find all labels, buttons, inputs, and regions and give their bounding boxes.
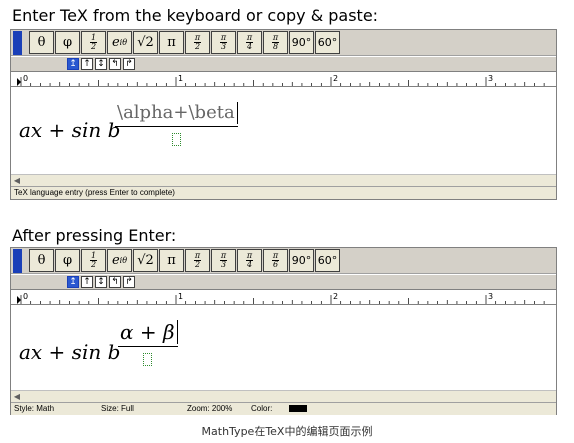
empty-denominator-slot[interactable] xyxy=(143,353,153,366)
nudge-top-button[interactable]: ↥ xyxy=(67,276,79,288)
fraction-bar xyxy=(115,126,238,127)
theta-button[interactable]: θ xyxy=(29,31,54,54)
tex-input-numerator[interactable]: \alpha+\beta xyxy=(115,102,238,124)
ninety-degrees-button[interactable]: 90° xyxy=(289,249,314,272)
ruler-ticks: 0 1 2 3 xyxy=(17,292,545,304)
tab-stop-icon xyxy=(17,296,21,304)
phi-button[interactable]: φ xyxy=(55,249,80,272)
tab-stop-icon xyxy=(17,78,21,86)
ruler-label: 0 xyxy=(23,74,28,83)
sixty-degrees-button[interactable]: 60° xyxy=(315,249,340,272)
pi-over-8-button[interactable]: π8 xyxy=(263,31,288,54)
one-half-button[interactable]: 12 xyxy=(81,249,106,272)
one-half-button[interactable]: 12 xyxy=(81,31,106,54)
toolbar-handle[interactable] xyxy=(13,249,22,273)
nudge-right-button[interactable]: ↱ xyxy=(123,276,135,288)
phi-button[interactable]: φ xyxy=(55,31,80,54)
symbol-toolbar: θ φ 12 e iθ √2 π π2 π3 π4 π6 90° 60° xyxy=(11,248,556,274)
fraction-bar xyxy=(118,346,178,347)
nudge-updown-button[interactable]: ↕ xyxy=(95,276,107,288)
theta-button[interactable]: θ xyxy=(29,249,54,272)
pi-over-3-button[interactable]: π3 xyxy=(211,31,236,54)
nudge-updown-button[interactable]: ↕ xyxy=(95,58,107,70)
horizontal-scrollbar[interactable]: ◀ xyxy=(11,390,556,402)
ruler: 0 1 2 3 xyxy=(11,71,556,87)
ruler-label: 0 xyxy=(23,292,28,301)
exp-i-theta-button[interactable]: e iθ xyxy=(107,31,132,54)
ruler-label: 2 xyxy=(333,292,338,301)
pi-over-4-button[interactable]: π4 xyxy=(237,249,262,272)
pi-button[interactable]: π xyxy=(159,249,184,272)
toolbar-handle[interactable] xyxy=(13,31,22,55)
nudge-toolbar: ↥ ↑ ↕ ↰ ↱ xyxy=(11,275,556,289)
pi-over-2-button[interactable]: π2 xyxy=(185,31,210,54)
scroll-left-arrow-icon[interactable]: ◀ xyxy=(12,175,22,186)
status-bar: Style: Math Size: Full Zoom: 200% Color: xyxy=(11,402,556,415)
equation-lhs: ax + sin b xyxy=(19,118,121,142)
status-message: TeX language entry (press Enter to compl… xyxy=(14,188,175,197)
symbol-toolbar: θ φ 12 e iθ √2 π π2 π3 π4 π8 90° 60° xyxy=(11,30,556,56)
status-bar: TeX language entry (press Enter to compl… xyxy=(11,186,556,199)
heading-after-enter: After pressing Enter: xyxy=(12,226,177,245)
ruler-label: 1 xyxy=(178,292,183,301)
status-size: Size: Full xyxy=(101,404,134,413)
empty-denominator-slot[interactable] xyxy=(171,133,181,146)
sixty-degrees-button[interactable]: 60° xyxy=(315,31,340,54)
horizontal-scrollbar[interactable]: ◀ xyxy=(11,174,556,186)
ruler-label: 3 xyxy=(488,74,493,83)
ruler-label: 2 xyxy=(333,74,338,83)
ruler-ticks: 0 1 2 3 xyxy=(17,74,545,86)
status-style: Style: Math xyxy=(14,404,55,413)
figure-caption: MathType在TeX中的编辑页面示例 xyxy=(201,425,373,438)
fraction: \alpha+\beta xyxy=(115,102,238,146)
numerator-alpha-plus-beta[interactable]: α + β xyxy=(118,320,178,344)
ruler-label: 3 xyxy=(488,292,493,301)
nudge-left-button[interactable]: ↰ xyxy=(109,58,121,70)
sqrt-two-button[interactable]: √2 xyxy=(133,31,158,54)
pi-over-3-button[interactable]: π3 xyxy=(211,249,236,272)
sqrt-two-button[interactable]: √2 xyxy=(133,249,158,272)
ruler: 0 1 2 3 xyxy=(11,289,556,305)
mathtype-editor-tex-entry: θ φ 12 e iθ √2 π π2 π3 π4 π8 90° 60° ↥ ↑ … xyxy=(10,29,557,200)
status-zoom: Zoom: 200% xyxy=(187,404,233,413)
fraction: α + β xyxy=(118,320,178,366)
scroll-left-arrow-icon[interactable]: ◀ xyxy=(12,391,22,402)
nudge-up-button[interactable]: ↑ xyxy=(81,58,93,70)
color-swatch[interactable] xyxy=(289,405,307,412)
pi-over-6-button[interactable]: π6 xyxy=(263,249,288,272)
status-color-label: Color: xyxy=(251,404,273,413)
exp-i-theta-button[interactable]: e iθ xyxy=(107,249,132,272)
pi-over-2-button[interactable]: π2 xyxy=(185,249,210,272)
mathtype-editor-rendered: θ φ 12 e iθ √2 π π2 π3 π4 π6 90° 60° ↥ ↑ … xyxy=(10,247,557,415)
ruler-label: 1 xyxy=(178,74,183,83)
pi-button[interactable]: π xyxy=(159,31,184,54)
nudge-up-button[interactable]: ↑ xyxy=(81,276,93,288)
nudge-right-button[interactable]: ↱ xyxy=(123,58,135,70)
nudge-left-button[interactable]: ↰ xyxy=(109,276,121,288)
nudge-toolbar: ↥ ↑ ↕ ↰ ↱ xyxy=(11,57,556,71)
equation-lhs: ax + sin b xyxy=(19,340,121,364)
heading-enter-tex: Enter TeX from the keyboard or copy & pa… xyxy=(12,6,379,25)
ninety-degrees-button[interactable]: 90° xyxy=(289,31,314,54)
pi-over-4-button[interactable]: π4 xyxy=(237,31,262,54)
nudge-top-button[interactable]: ↥ xyxy=(67,58,79,70)
